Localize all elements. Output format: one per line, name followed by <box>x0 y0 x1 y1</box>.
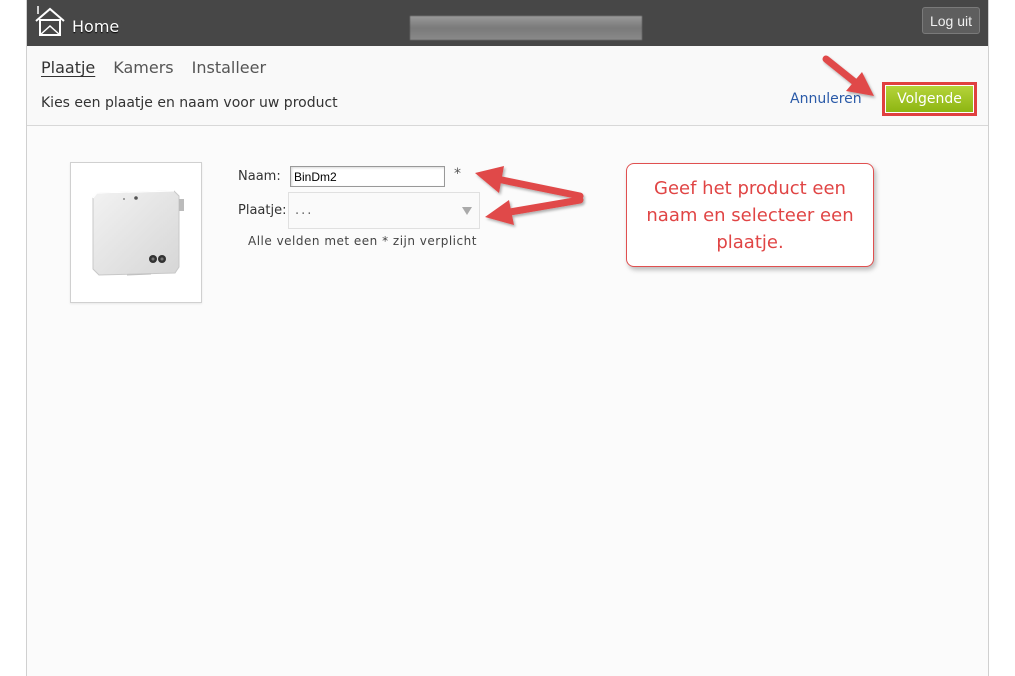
home-icon[interactable] <box>34 6 66 38</box>
required-marker: * <box>454 166 461 182</box>
subheader: Plaatje Kamers Installeer Kies een plaat… <box>27 46 988 126</box>
app-frame: Home Log uit Plaatje Kamers Installeer K… <box>26 0 989 676</box>
image-label: Plaatje: <box>238 203 287 218</box>
required-fields-note: Alle velden met een * zijn verplicht <box>248 234 477 248</box>
tab-plaatje[interactable]: Plaatje <box>41 58 95 77</box>
top-bar: Home Log uit <box>27 0 988 46</box>
instruction-text: Kies een plaatje en naam voor uw product <box>41 95 338 111</box>
callout-line: plaatje. <box>716 232 784 253</box>
next-button[interactable]: Volgende <box>886 86 973 112</box>
instruction-callout: Geef het product een naam en selecteer e… <box>626 163 874 267</box>
tab-kamers[interactable]: Kamers <box>113 58 173 77</box>
wizard-tabs: Plaatje Kamers Installeer <box>41 58 266 77</box>
name-input[interactable] <box>290 166 445 187</box>
product-image[interactable] <box>70 162 202 303</box>
image-select-value: ... <box>295 203 314 218</box>
tab-installeer[interactable]: Installeer <box>192 58 266 77</box>
image-select[interactable]: ... <box>288 192 480 229</box>
callout-line: Geef het product een <box>654 178 846 199</box>
next-button-highlight[interactable]: Volgende <box>882 82 977 116</box>
name-label: Naam: <box>238 169 281 184</box>
home-link[interactable]: Home <box>72 17 119 36</box>
cancel-link[interactable]: Annuleren <box>790 91 862 107</box>
product-device-illustration <box>92 190 184 276</box>
callout-line: naam en selecteer een <box>646 205 854 226</box>
redacted-area <box>410 16 642 40</box>
chevron-down-icon <box>462 207 472 215</box>
logout-button[interactable]: Log uit <box>921 7 980 34</box>
